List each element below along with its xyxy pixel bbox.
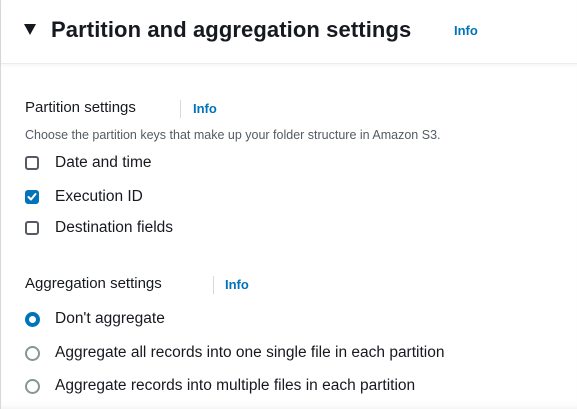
option-label: Aggregate all records into one single fi… <box>55 344 445 361</box>
settings-panel: Partition and aggregation settings Info … <box>0 0 577 409</box>
section-info-link[interactable]: Info <box>454 23 478 38</box>
option-label: Date and time <box>55 154 152 171</box>
aggregation-settings-label: Aggregation settings <box>25 275 162 292</box>
partition-info-link[interactable]: Info <box>193 101 217 116</box>
checked-checkbox-icon[interactable] <box>25 190 39 204</box>
caret-down-icon[interactable] <box>24 24 36 35</box>
partition-settings-label: Partition settings <box>25 99 136 116</box>
partition-description: Choose the partition keys that make up y… <box>25 128 441 142</box>
option-label: Destination fields <box>55 219 174 236</box>
radio-icon[interactable] <box>25 379 40 394</box>
selected-radio-icon[interactable] <box>25 312 40 327</box>
divider <box>213 276 214 294</box>
divider <box>180 100 181 118</box>
option-label: Aggregate records into multiple files in… <box>55 377 416 394</box>
checkbox-icon[interactable] <box>25 221 39 235</box>
option-label: Don't aggregate <box>55 310 165 327</box>
section-title: Partition and aggregation settings <box>51 17 412 42</box>
section-header[interactable]: Partition and aggregation settings Info <box>1 0 577 64</box>
option-label: Execution ID <box>55 188 143 205</box>
checkbox-icon[interactable] <box>25 156 39 170</box>
radio-icon[interactable] <box>25 346 40 361</box>
aggregation-info-link[interactable]: Info <box>225 277 249 292</box>
